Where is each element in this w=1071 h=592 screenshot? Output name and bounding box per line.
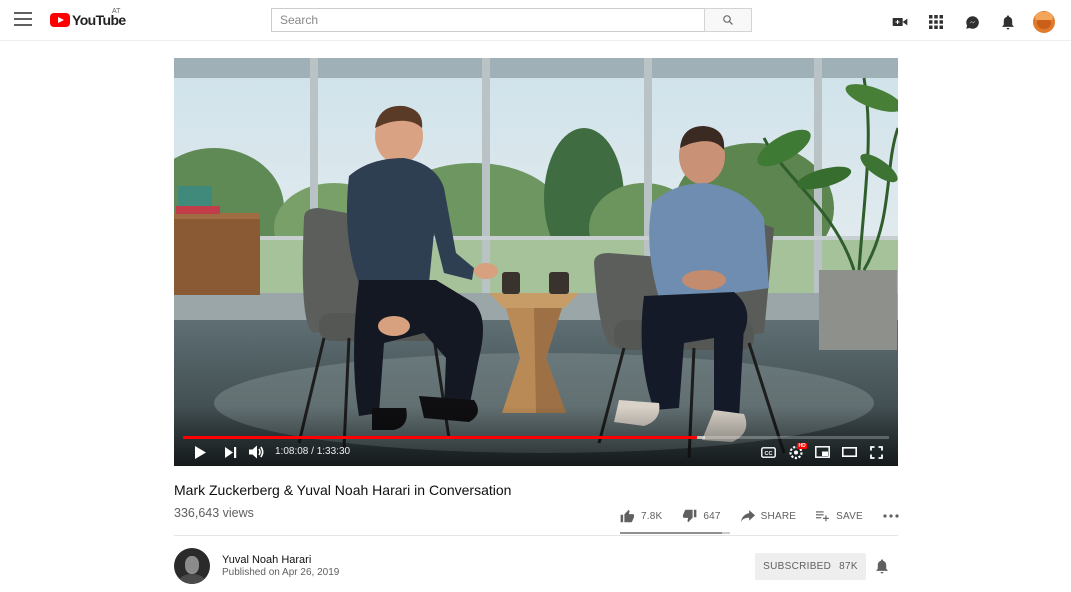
time-current: 1:08:08: [275, 446, 309, 457]
thumbs-down-icon: [683, 509, 697, 523]
captions-icon: CC: [760, 446, 776, 458]
thumbs-up-icon: [620, 509, 635, 523]
share-button[interactable]: SHARE: [740, 510, 797, 522]
youtube-logo[interactable]: YouTube AT: [50, 8, 126, 29]
volume-button[interactable]: [248, 444, 266, 460]
settings-button[interactable]: HD: [786, 443, 808, 460]
sentiment-bar: [620, 532, 730, 534]
play-icon: [195, 445, 206, 459]
fullscreen-icon: [869, 445, 883, 459]
time-total: 1:33:30: [316, 446, 351, 457]
apps-icon[interactable]: [927, 13, 945, 31]
subscribed-button[interactable]: SUBSCRIBED 87K: [755, 553, 866, 580]
video-player[interactable]: 1:08:08 / 1:33:30 CC HD: [174, 58, 898, 466]
search-icon: [723, 15, 733, 25]
theater-icon: [841, 447, 857, 457]
logo-country-code: AT: [112, 8, 121, 15]
video-actions: 7.8K 647 SHARE SAVE: [620, 506, 905, 526]
youtube-play-icon: [50, 13, 70, 27]
share-icon: [740, 510, 755, 522]
bell-icon: [876, 559, 888, 574]
hd-badge: HD: [797, 443, 808, 449]
channel-name[interactable]: Yuval Noah Harari: [222, 554, 311, 566]
search-input[interactable]: [271, 8, 704, 32]
dislike-button[interactable]: 647: [682, 509, 720, 523]
publish-date: Published on Apr 26, 2019: [222, 567, 340, 578]
more-horizontal-icon: [883, 514, 899, 518]
svg-text:CC: CC: [764, 450, 772, 456]
video-title: Mark Zuckerberg & Yuval Noah Harari in C…: [174, 482, 512, 498]
save-button[interactable]: SAVE: [816, 510, 863, 522]
header-actions: [873, 11, 1055, 33]
notifications-icon[interactable]: [999, 13, 1017, 31]
dislike-count: 647: [703, 510, 721, 522]
like-count: 7.8K: [641, 510, 663, 522]
account-avatar[interactable]: [1033, 11, 1055, 33]
view-count: 336,643 views: [174, 506, 254, 520]
time-separator: /: [308, 446, 317, 457]
messages-icon[interactable]: [963, 13, 981, 31]
next-button[interactable]: [223, 444, 239, 460]
sentiment-bar-likes: [620, 532, 722, 534]
playlist-add-icon: [816, 511, 829, 522]
time-display: 1:08:08 / 1:33:30: [275, 446, 350, 457]
more-actions-button[interactable]: [883, 514, 905, 518]
video-frame: [174, 58, 898, 466]
like-button[interactable]: 7.8K: [620, 509, 662, 523]
save-label: SAVE: [836, 510, 863, 522]
create-video-icon[interactable]: [891, 13, 909, 31]
masthead: YouTube AT: [0, 0, 1071, 41]
channel-avatar[interactable]: [174, 548, 210, 584]
miniplayer-icon: [814, 446, 830, 458]
menu-icon[interactable]: [14, 12, 32, 28]
fullscreen-button[interactable]: [867, 444, 885, 460]
subscribed-label: SUBSCRIBED: [763, 561, 832, 572]
captions-button[interactable]: CC: [759, 444, 777, 460]
channel-notifications-button[interactable]: [875, 558, 891, 574]
search-button[interactable]: [704, 8, 752, 32]
divider: [174, 535, 898, 536]
search-bar: [271, 8, 752, 32]
progress-played: [183, 436, 698, 439]
theater-button[interactable]: [840, 444, 858, 460]
play-button[interactable]: [192, 444, 208, 460]
next-icon: [225, 446, 237, 458]
subscriber-count: 87K: [839, 561, 858, 572]
miniplayer-button[interactable]: [813, 444, 831, 460]
share-label: SHARE: [760, 510, 797, 522]
volume-icon: [249, 445, 264, 459]
progress-bar[interactable]: [183, 436, 889, 439]
